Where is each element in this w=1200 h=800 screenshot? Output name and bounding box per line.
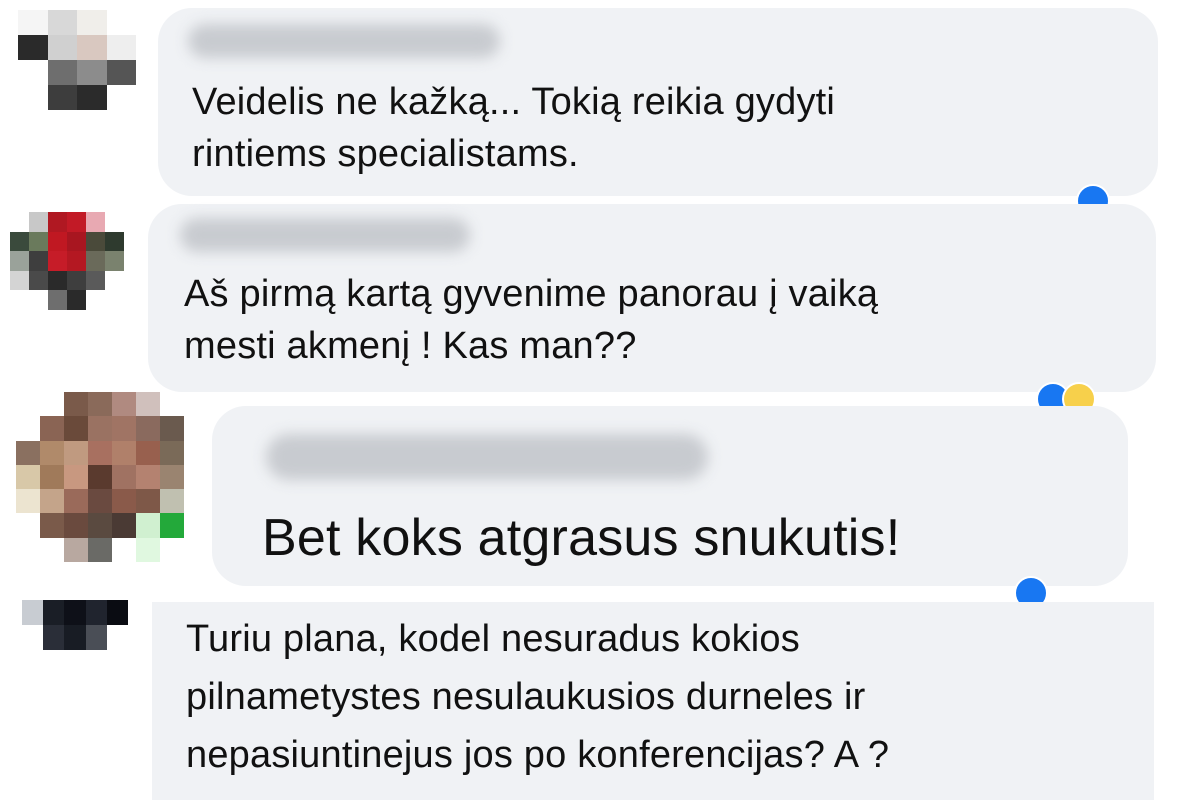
comment-text: Turiu plana, kodel nesuradus kokios piln… — [186, 618, 890, 776]
avatar-1[interactable] — [18, 10, 136, 110]
comment-author-blurred[interactable] — [266, 434, 708, 480]
avatar-4[interactable] — [22, 600, 128, 650]
comment-text: Aš pirmą kartą gyvenime panorau į vaiką … — [184, 273, 879, 367]
comment-text: Veidelis ne kažką... Tokią reikia gydyti… — [192, 81, 836, 175]
comment-author-blurred[interactable] — [180, 218, 470, 252]
avatar-2[interactable] — [10, 212, 124, 310]
comment-text: Bet koks atgrasus snukutis! — [262, 509, 901, 567]
avatar-3[interactable] — [16, 392, 184, 562]
comment-author-blurred[interactable] — [188, 24, 500, 58]
